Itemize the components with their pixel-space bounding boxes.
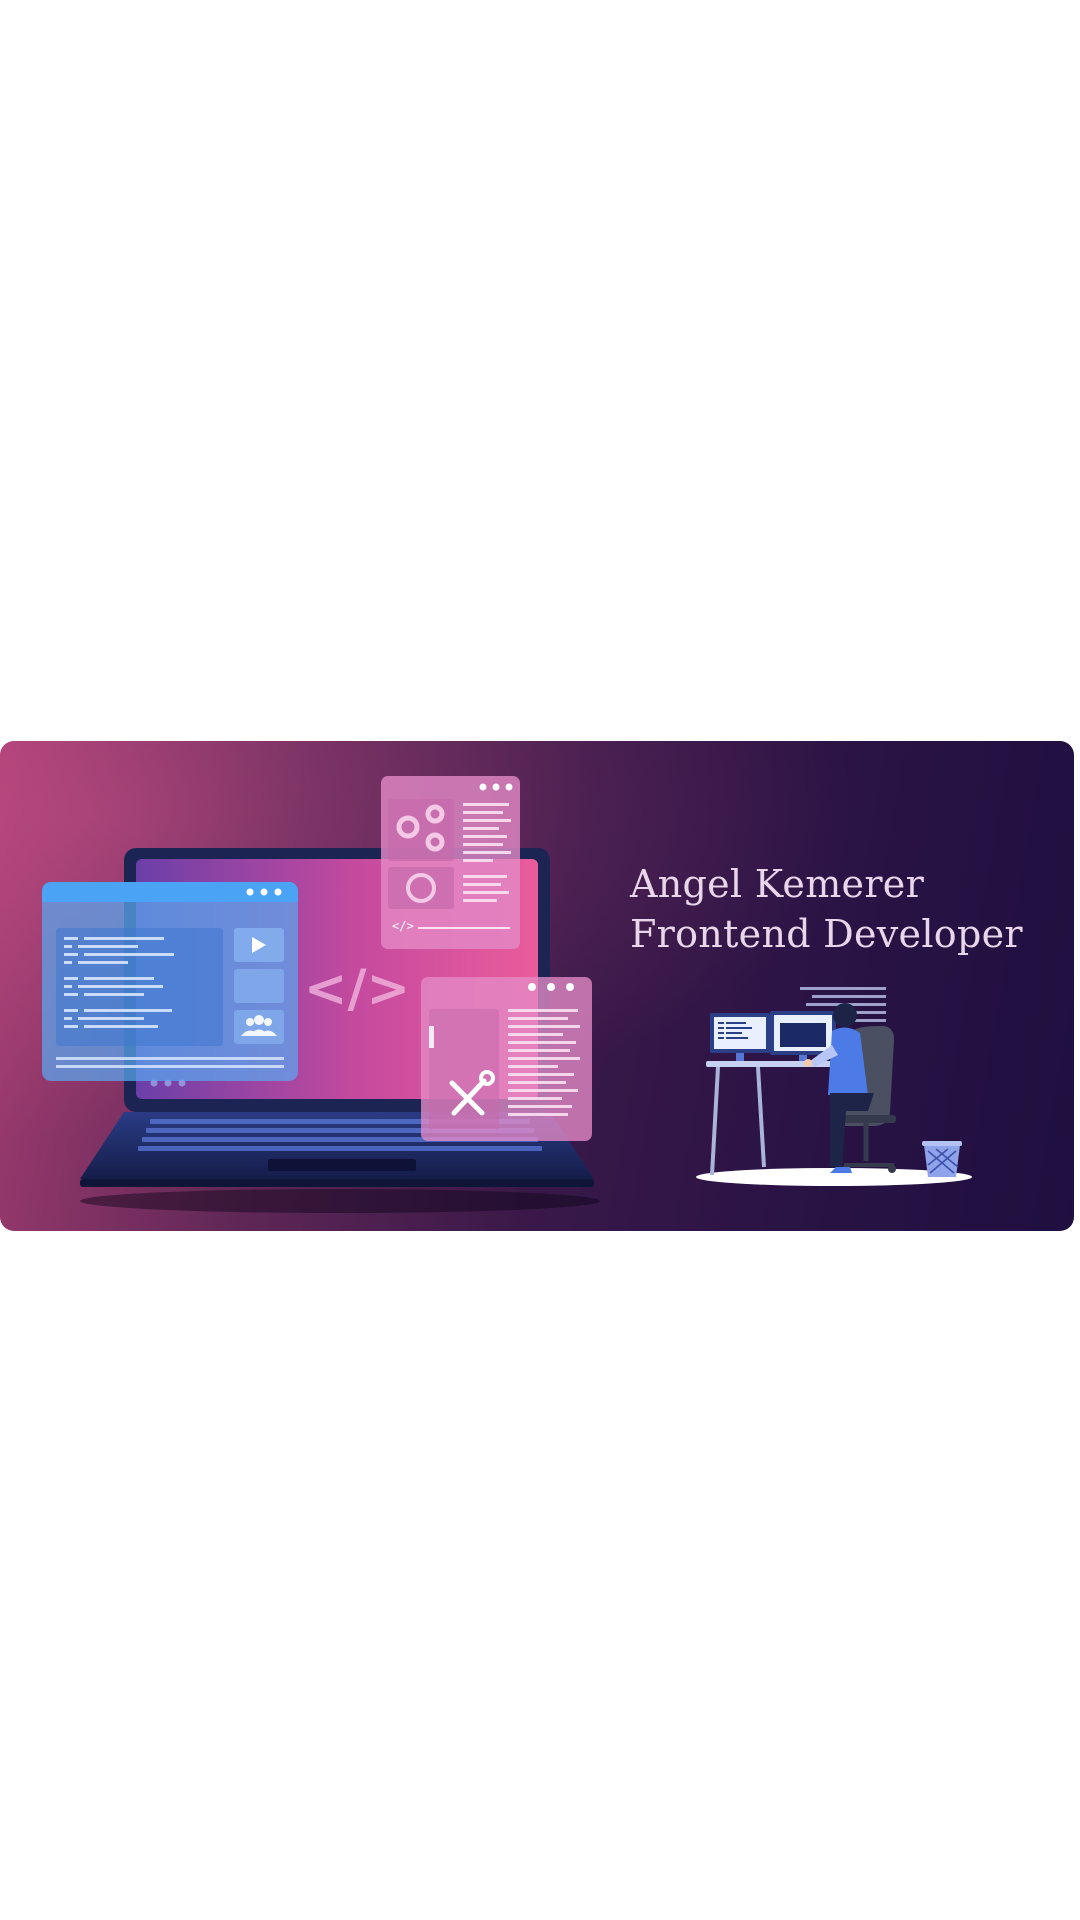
- developer-at-desk-illustration: [696, 987, 972, 1186]
- wastebasket-icon: [922, 1141, 962, 1177]
- banner-headline: Angel Kemerer Frontend Developer: [630, 859, 1023, 959]
- developer-name: Angel Kemerer: [630, 862, 925, 906]
- pink-tools-window: [421, 977, 592, 1141]
- banner-illustration: </> </>: [42, 776, 972, 1213]
- mini-code-tag: </>: [392, 919, 414, 933]
- pink-settings-window: </>: [381, 776, 520, 949]
- blue-browser-window: [42, 882, 298, 1081]
- developer-role: Frontend Developer: [630, 912, 1023, 956]
- code-symbol: </>: [304, 959, 410, 1019]
- hero-banner: </> </> Angel Kemerer Frontend Developer: [0, 741, 1074, 1231]
